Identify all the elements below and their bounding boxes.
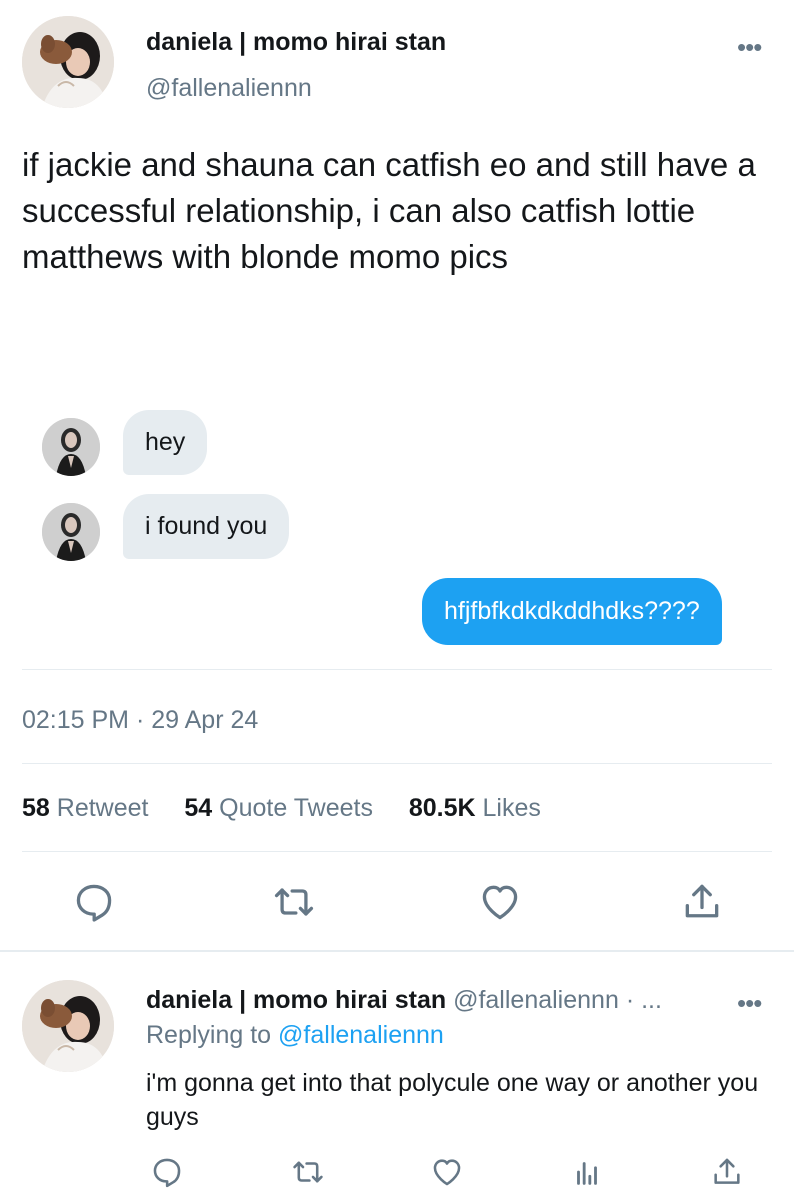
reply-handle-suffix: · ...	[625, 986, 662, 1014]
reply-display-name[interactable]: daniela | momo hirai stan	[146, 986, 446, 1014]
divider	[22, 669, 772, 670]
divider	[22, 763, 772, 764]
share-icon[interactable]	[710, 1155, 744, 1189]
tweet-separator	[0, 950, 794, 952]
tweet-text: if jackie and shauna can catfish eo and …	[22, 146, 756, 275]
tweet-stats: 58 Retweet 54 Quote Tweets 80.5K Likes	[22, 794, 541, 823]
dm-avatar	[42, 503, 100, 561]
reply-icon[interactable]	[72, 880, 116, 924]
replying-prefix: Replying to	[146, 1021, 272, 1049]
tweet-time: 02:15 PM	[22, 706, 130, 734]
more-dots-icon[interactable]: •••	[737, 34, 762, 60]
retweet-icon[interactable]	[291, 1155, 325, 1189]
reply-more-dots-icon[interactable]: •••	[737, 990, 762, 1016]
share-icon[interactable]	[680, 880, 724, 924]
author-display-name[interactable]: daniela | momo hirai stan	[146, 28, 446, 57]
tweet-timestamp[interactable]: 02:15 PM · 29 Apr 24	[22, 706, 258, 735]
reply-author-avatar[interactable]	[22, 980, 114, 1072]
likes-count: 80.5K	[408, 794, 476, 822]
retweets-stat[interactable]: 58 Retweet	[22, 794, 148, 822]
like-icon[interactable]	[478, 880, 522, 924]
author-handle[interactable]: @fallenaliennn	[146, 74, 312, 103]
likes-label: Likes	[482, 794, 541, 822]
timestamp-separator: ·	[135, 706, 145, 734]
analytics-icon[interactable]	[570, 1155, 604, 1189]
retweets-count: 58	[22, 794, 50, 822]
tweet-date: 29 Apr 24	[151, 706, 259, 734]
quote-tweets-stat[interactable]: 54 Quote Tweets	[184, 794, 373, 822]
quotes-label: Quote Tweets	[219, 794, 373, 822]
dm-message-outgoing: hfjfbfkdkdkddhdks????	[422, 578, 722, 645]
retweets-label: Retweet	[56, 794, 149, 822]
retweet-icon[interactable]	[272, 880, 316, 924]
like-icon[interactable]	[430, 1155, 464, 1189]
author-avatar[interactable]	[22, 16, 114, 108]
reply-icon[interactable]	[150, 1155, 184, 1189]
quotes-count: 54	[184, 794, 213, 822]
dm-message-incoming: i found you	[123, 494, 290, 559]
dm-avatar	[42, 418, 100, 476]
replying-to: Replying to @fallenaliennn	[146, 1021, 444, 1050]
reply-text: i'm gonna get into that polycule one way…	[146, 1069, 759, 1131]
replying-to-link[interactable]: @fallenaliennn	[278, 1021, 444, 1049]
reply-handle[interactable]: @fallenaliennn	[453, 986, 619, 1014]
divider	[22, 851, 772, 852]
dm-message-incoming: hey	[123, 410, 208, 475]
likes-stat[interactable]: 80.5K Likes	[409, 794, 541, 822]
reply-header: daniela | momo hirai stan @fallenaliennn…	[146, 986, 662, 1015]
